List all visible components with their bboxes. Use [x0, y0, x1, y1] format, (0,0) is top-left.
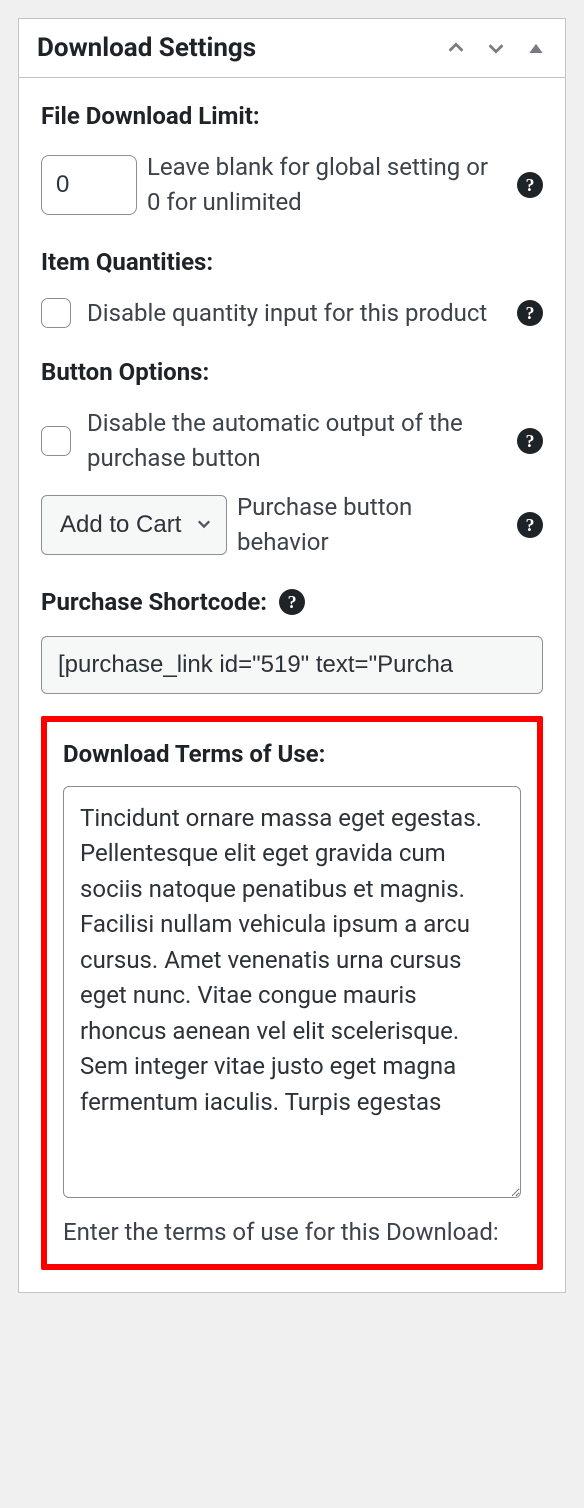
purchase-shortcode-label: Purchase Shortcode: [41, 588, 267, 616]
purchase-button-behavior-desc: Purchase button behavior [237, 490, 507, 560]
file-download-limit-input[interactable] [41, 155, 137, 215]
help-icon[interactable]: ? [517, 512, 543, 538]
terms-highlight-box: Download Terms of Use: Enter the terms o… [41, 716, 543, 1270]
move-down-icon[interactable] [485, 37, 507, 59]
disable-quantity-label: Disable quantity input for this product [87, 296, 507, 331]
help-icon[interactable]: ? [517, 172, 543, 198]
metabox-header: Download Settings [19, 19, 565, 78]
button-options-label: Button Options: [41, 358, 543, 386]
file-download-limit-label: File Download Limit: [41, 102, 543, 130]
purchase-shortcode-input[interactable] [41, 636, 543, 694]
metabox-body: File Download Limit: Leave blank for glo… [19, 78, 565, 1292]
move-up-icon[interactable] [445, 37, 467, 59]
help-icon[interactable]: ? [517, 428, 543, 454]
disable-purchase-button-label: Disable the automatic output of the purc… [87, 406, 507, 476]
toggle-panel-icon[interactable] [525, 37, 547, 59]
disable-quantity-checkbox[interactable] [41, 298, 71, 328]
file-download-limit-desc: Leave blank for global setting or 0 for … [147, 150, 507, 220]
purchase-button-behavior-select[interactable]: Add to Cart [41, 495, 227, 555]
terms-of-use-textarea[interactable] [63, 786, 521, 1198]
terms-of-use-hint: Enter the terms of use for this Download… [63, 1218, 521, 1246]
metabox-title: Download Settings [37, 33, 256, 63]
header-controls [445, 37, 547, 59]
item-quantities-label: Item Quantities: [41, 248, 543, 276]
download-settings-metabox: Download Settings File Download Limit: L… [18, 18, 566, 1293]
help-icon[interactable]: ? [517, 300, 543, 326]
disable-purchase-button-checkbox[interactable] [41, 426, 71, 456]
terms-of-use-label: Download Terms of Use: [63, 740, 521, 768]
help-icon[interactable]: ? [279, 589, 305, 615]
